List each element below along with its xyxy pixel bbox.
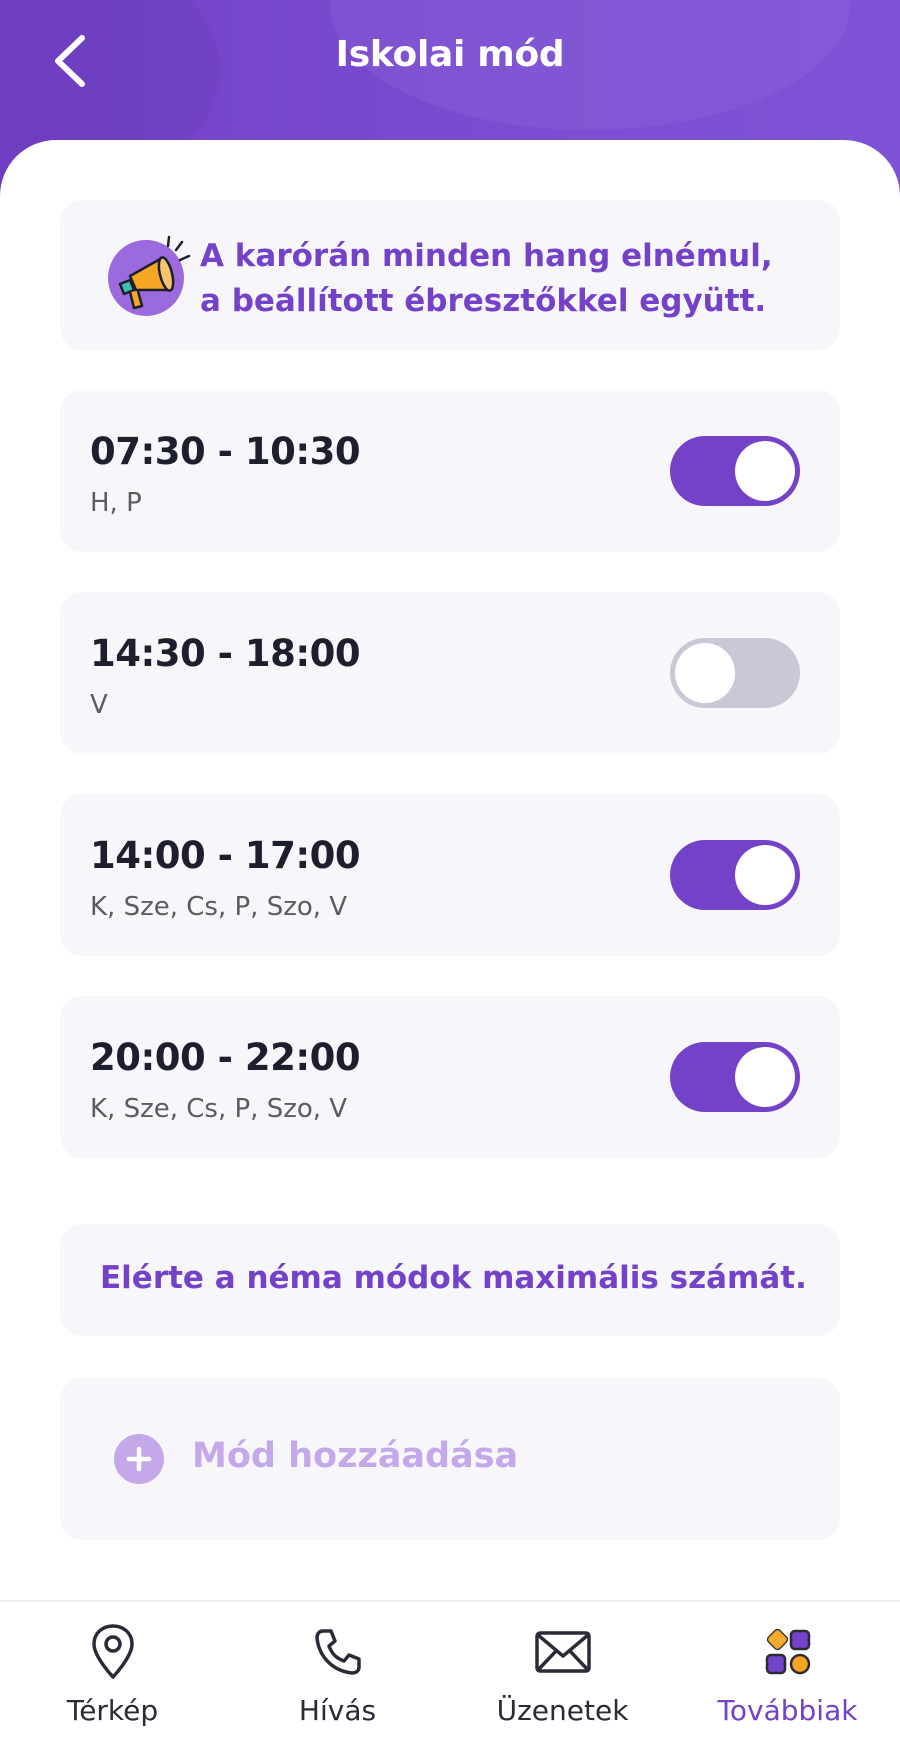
nav-item-call[interactable]: Hívás bbox=[225, 1602, 450, 1745]
grid-more-icon bbox=[756, 1620, 820, 1684]
info-line-1: A karórán minden hang elnémul, bbox=[200, 238, 773, 274]
mode-time: 20:00 - 22:00 bbox=[90, 1036, 361, 1079]
info-card: A karórán minden hang elnémul, a beállít… bbox=[60, 200, 840, 350]
mode-card[interactable]: 20:00 - 22:00 K, Sze, Cs, P, Szo, V bbox=[60, 996, 840, 1158]
nav-item-map[interactable]: Térkép bbox=[0, 1602, 225, 1745]
mode-days: H, P bbox=[90, 488, 142, 518]
limit-notice: Elérte a néma módok maximális számát. bbox=[60, 1224, 840, 1336]
info-line-2: a beállított ébresztőkkel együtt. bbox=[200, 283, 767, 319]
page-title: Iskolai mód bbox=[335, 34, 565, 75]
toggle-knob bbox=[735, 845, 795, 905]
mode-toggle[interactable] bbox=[670, 436, 800, 506]
megaphone-icon bbox=[108, 235, 191, 316]
nav-item-more[interactable]: Továbbiak bbox=[675, 1602, 900, 1745]
map-pin-icon bbox=[81, 1620, 145, 1684]
mode-toggle[interactable] bbox=[670, 638, 800, 708]
limit-message: Elérte a néma módok maximális számát. bbox=[100, 1260, 807, 1296]
bottom-navigation: Térkép Hívás Üzenetek Továbbiak bbox=[0, 1600, 900, 1745]
mode-time: 07:30 - 10:30 bbox=[90, 430, 361, 473]
mode-card[interactable]: 14:00 - 17:00 K, Sze, Cs, P, Szo, V bbox=[60, 794, 840, 956]
toggle-knob bbox=[675, 643, 735, 703]
toggle-knob bbox=[735, 441, 795, 501]
mode-toggle[interactable] bbox=[670, 1042, 800, 1112]
envelope-icon bbox=[531, 1620, 595, 1684]
mode-time: 14:30 - 18:00 bbox=[90, 632, 361, 675]
nav-label: Térkép bbox=[66, 1694, 159, 1727]
nav-item-messages[interactable]: Üzenetek bbox=[450, 1602, 675, 1745]
nav-label: Továbbiak bbox=[717, 1694, 858, 1727]
mode-toggle[interactable] bbox=[670, 840, 800, 910]
phone-icon bbox=[306, 1620, 370, 1684]
toggle-knob bbox=[735, 1047, 795, 1107]
plus-circle-icon bbox=[114, 1434, 164, 1484]
nav-label: Hívás bbox=[298, 1694, 377, 1727]
mode-days: V bbox=[90, 690, 108, 720]
mode-time: 14:00 - 17:00 bbox=[90, 834, 361, 877]
mode-days: K, Sze, Cs, P, Szo, V bbox=[90, 892, 348, 922]
mode-days: K, Sze, Cs, P, Szo, V bbox=[90, 1094, 348, 1124]
mode-card[interactable]: 07:30 - 10:30 H, P bbox=[60, 390, 840, 552]
nav-label: Üzenetek bbox=[496, 1694, 629, 1727]
add-mode-label: Mód hozzáadása bbox=[192, 1436, 519, 1476]
info-message: A karórán minden hang elnémul, a beállít… bbox=[200, 234, 820, 324]
plus-icon bbox=[126, 1446, 152, 1472]
add-mode-button[interactable]: Mód hozzáadása bbox=[60, 1378, 840, 1540]
mode-card[interactable]: 14:30 - 18:00 V bbox=[60, 592, 840, 754]
